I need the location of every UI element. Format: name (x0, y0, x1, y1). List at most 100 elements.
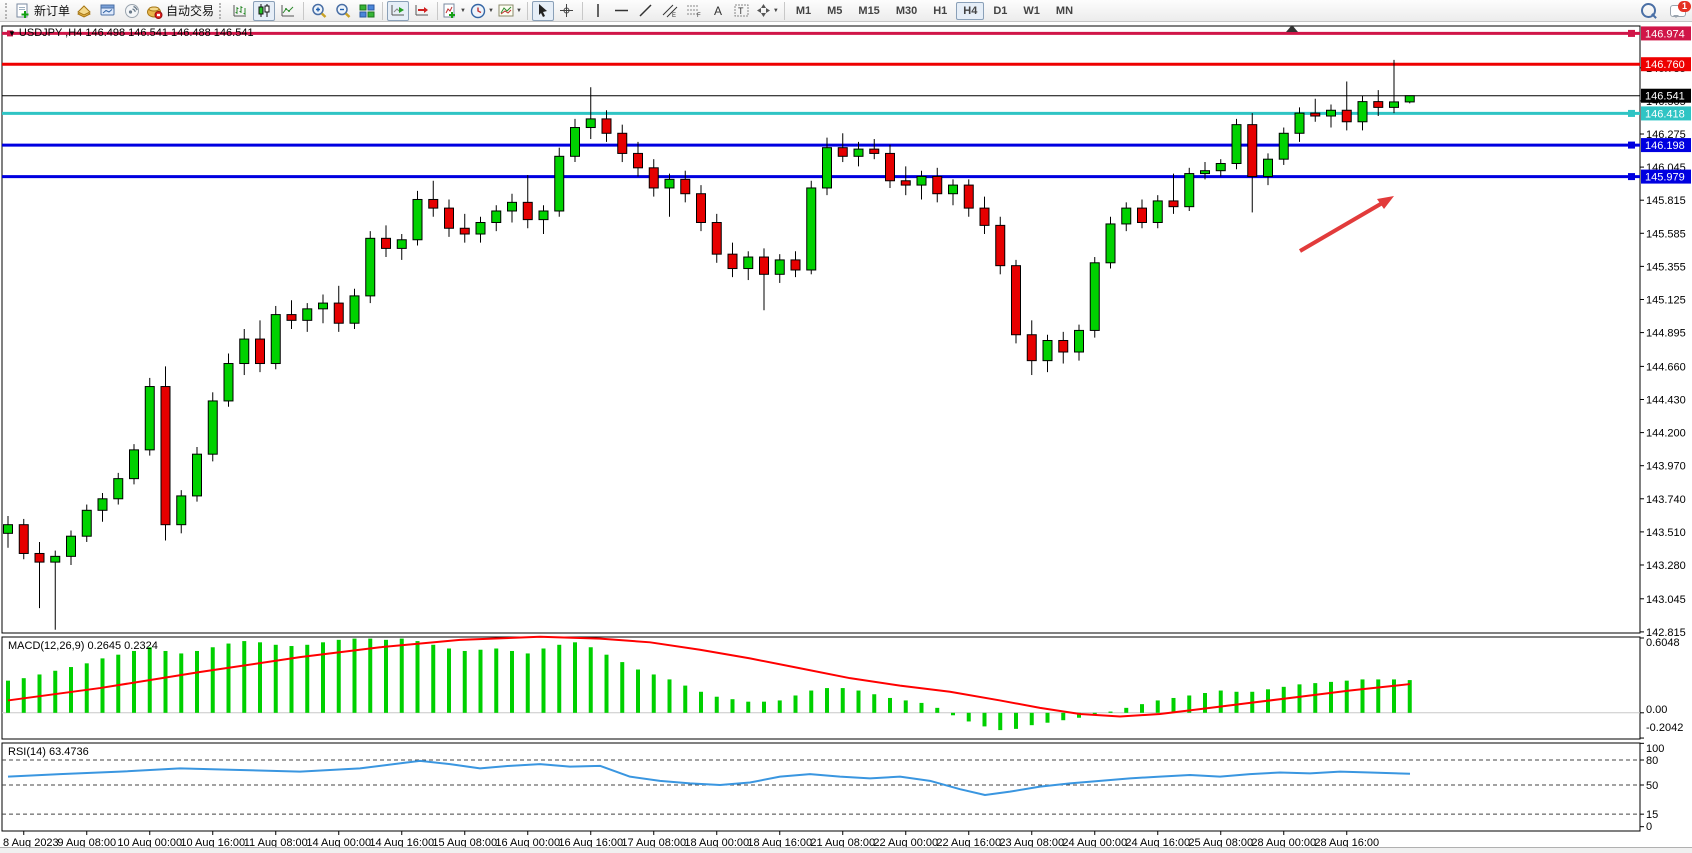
timeframe-h4[interactable]: H4 (956, 2, 984, 20)
macd-bar (904, 700, 908, 712)
timeframe-d1[interactable]: D1 (986, 2, 1014, 20)
svg-text:143.740: 143.740 (1646, 494, 1686, 506)
candle (1295, 113, 1304, 133)
macd-bar (526, 653, 530, 712)
chart-window-button[interactable] (97, 1, 119, 21)
macd-bar (1203, 693, 1207, 713)
macd-bar (494, 648, 498, 712)
candlestick-chart-button[interactable] (253, 1, 275, 21)
line-chart-button[interactable] (277, 1, 299, 21)
svg-text:145.355: 145.355 (1646, 261, 1686, 273)
auto-trading-button[interactable]: 自动交易 (145, 1, 215, 21)
chart-canvas[interactable]: 146.735146.505146.275146.045145.815145.5… (0, 22, 1692, 853)
timeframe-m15[interactable]: M15 (851, 2, 886, 20)
candle (949, 185, 958, 194)
symbol-dropdown-icon: ▼ (8, 29, 16, 38)
line-handle[interactable] (1628, 173, 1635, 180)
candle (728, 254, 737, 268)
vertical-line-button[interactable] (587, 1, 609, 21)
candle (760, 257, 769, 274)
candle (114, 479, 123, 499)
rsi-axis: 1008050150 (1640, 743, 1664, 833)
fibonacci-button[interactable]: F (683, 1, 705, 21)
chart-symbol-ohlc: ▼USDJPY ,H4 146.498 146.541 146.488 146.… (8, 27, 254, 39)
market-watch-button[interactable] (73, 1, 95, 21)
macd-bar (841, 688, 845, 713)
auto-scroll-button[interactable] (387, 1, 409, 21)
macd-bar (1156, 700, 1160, 712)
new-order-button[interactable]: 新订单 (15, 1, 71, 21)
timeframe-w1[interactable]: W1 (1016, 2, 1047, 20)
zoom-out-button[interactable] (332, 1, 354, 21)
macd-bar (463, 651, 467, 713)
macd-bar (242, 641, 246, 713)
macd-bar (1124, 708, 1128, 713)
zoom-in-icon (311, 3, 328, 19)
templates-button[interactable]: ▼ (497, 1, 523, 21)
candle (1043, 340, 1052, 360)
crosshair-button[interactable] (556, 1, 578, 21)
candle (1106, 224, 1115, 263)
candle (964, 185, 973, 208)
indicators-button[interactable]: ▼ (442, 1, 467, 21)
macd-bar (1219, 691, 1223, 713)
candle (1279, 133, 1288, 159)
trendline-button[interactable] (635, 1, 657, 21)
macd-bar (620, 662, 624, 713)
notifications-button[interactable]: 1 (1670, 5, 1686, 17)
arrows-button[interactable]: ▼ (755, 1, 780, 21)
signal-button[interactable] (121, 1, 143, 21)
trendline-icon (638, 3, 653, 18)
svg-text:T: T (738, 6, 744, 16)
candle (1185, 174, 1194, 207)
chart-shift-icon (414, 3, 430, 18)
toolbar: 新订单 自动交易 (0, 0, 1692, 22)
price-badge-text: 146.760 (1645, 59, 1685, 71)
line-handle[interactable] (1628, 142, 1635, 149)
macd-bar (479, 650, 483, 713)
macd-bar (368, 639, 372, 713)
macd-bar (1329, 682, 1333, 713)
candle (1122, 208, 1131, 224)
macd-bar (542, 648, 546, 712)
timeframe-h1[interactable]: H1 (926, 2, 954, 20)
horizontal-line-button[interactable] (611, 1, 633, 21)
bar-chart-button[interactable] (229, 1, 251, 21)
tile-windows-button[interactable] (356, 1, 378, 21)
indicators-icon (443, 3, 458, 19)
candle (618, 133, 627, 153)
candle (19, 525, 28, 554)
macd-bar (400, 639, 404, 713)
price-badge-text: 146.974 (1645, 28, 1685, 40)
candle (366, 238, 375, 296)
macd-bar (1235, 692, 1239, 713)
tile-windows-icon (359, 3, 375, 18)
svg-text:145.585: 145.585 (1646, 228, 1686, 240)
equidistant-channel-button[interactable]: E (659, 1, 681, 21)
chart-shift-button[interactable] (411, 1, 433, 21)
line-handle[interactable] (1628, 30, 1635, 37)
text-label-button[interactable]: T (731, 1, 753, 21)
macd-bar (951, 713, 955, 715)
timeframe-mn[interactable]: MN (1049, 2, 1080, 20)
line-handle[interactable] (1628, 110, 1635, 117)
cursor-button[interactable] (532, 1, 554, 21)
search-button[interactable] (1637, 1, 1659, 21)
candle (1327, 110, 1336, 116)
main-panel-frame (2, 26, 1640, 633)
candle (1059, 340, 1068, 352)
svg-text:100: 100 (1646, 743, 1664, 755)
periods-button[interactable]: ▼ (469, 1, 495, 21)
svg-text:144.200: 144.200 (1646, 428, 1686, 440)
macd-bar (762, 702, 766, 713)
timeframe-m5[interactable]: M5 (820, 2, 849, 20)
zoom-in-button[interactable] (308, 1, 330, 21)
macd-bar (983, 713, 987, 727)
macd-bar (211, 647, 215, 713)
arrows-dropdown-icon: ▼ (773, 8, 779, 14)
candle (51, 556, 60, 562)
timeframe-m30[interactable]: M30 (889, 2, 924, 20)
text-button[interactable]: A (707, 1, 729, 21)
candle (177, 496, 186, 525)
timeframe-m1[interactable]: M1 (789, 2, 818, 20)
